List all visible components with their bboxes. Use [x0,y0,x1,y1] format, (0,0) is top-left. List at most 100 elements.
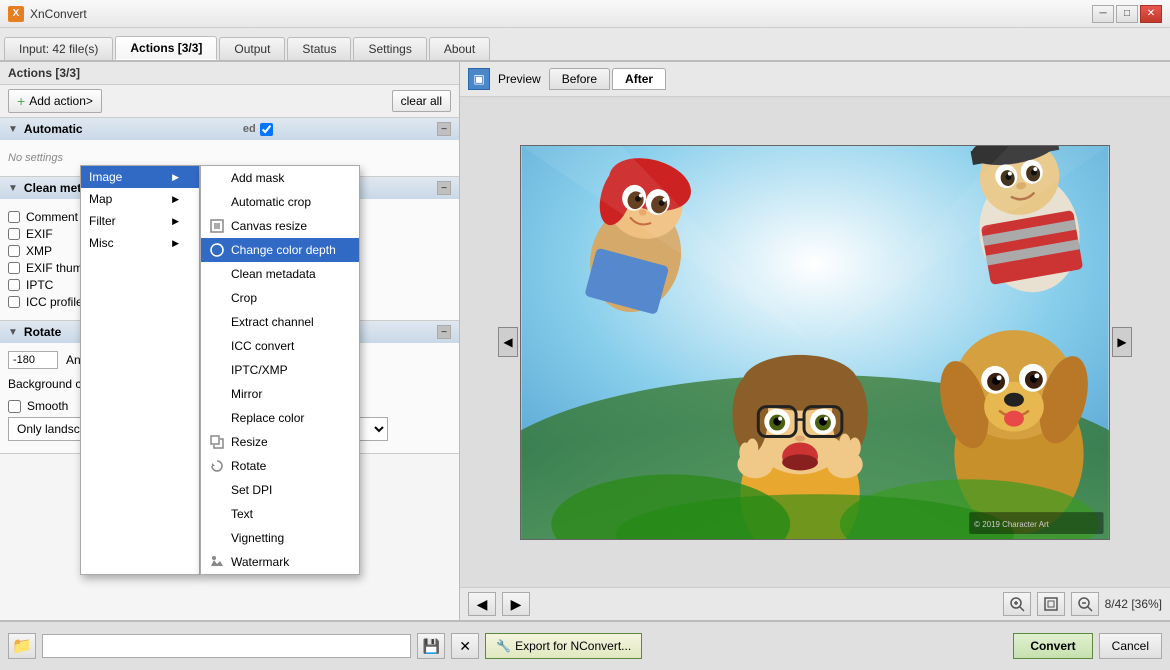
tab-status[interactable]: Status [287,37,351,60]
preview-header: ▣ Preview Before After [460,62,1170,97]
vignetting-item[interactable]: Vignetting [201,526,359,550]
icc-convert-icon [209,338,225,354]
misc-menu-item[interactable]: Misc [81,232,199,254]
zoom-fit-button[interactable] [1037,592,1065,616]
xmp-checkbox[interactable] [8,245,20,257]
add-mask-item[interactable]: Add mask [201,166,359,190]
rotate-icon [209,458,225,474]
categories-menu: Image Map Filter Misc [80,165,200,575]
canvas-resize-icon [209,218,225,234]
crop-item[interactable]: Crop [201,286,359,310]
icc-profile-checkbox[interactable] [8,296,20,308]
tab-actions[interactable]: Actions [3/3] [115,36,217,60]
panel-header: Actions [3/3] [0,62,459,85]
replace-color-item[interactable]: Replace color [201,406,359,430]
after-tab[interactable]: After [612,68,666,90]
preview-image-wrapper: © 2019 Character Art ◀ ▶ [520,145,1110,540]
xmp-label: XMP [26,244,52,258]
title-bar-left: X XnConvert [8,6,87,22]
clean-metadata-icon [209,266,225,282]
maximize-button[interactable]: □ [1116,5,1138,23]
output-path-input[interactable] [42,634,411,658]
automatic-remove-icon[interactable]: − [437,122,451,136]
comment-label: Comment [26,210,78,224]
export-label: Export for NConvert... [515,639,631,653]
text-item[interactable]: Text [201,502,359,526]
main-layout: Actions [3/3] + Add action> clear all ▼ … [0,62,1170,620]
svg-text:© 2019 Character Art: © 2019 Character Art [974,520,1049,529]
prev-button[interactable]: ◀ [468,592,496,616]
icc-convert-item[interactable]: ICC convert [201,334,359,358]
before-tab[interactable]: Before [549,68,610,90]
clean-metadata-remove-icon[interactable]: − [437,181,451,195]
automatic-enabled-checkbox[interactable] [260,123,273,136]
automatic-crop-icon [209,194,225,210]
exif-thumbnail-checkbox[interactable] [8,262,20,274]
image-submenu: Add mask Automatic crop Canvas resize [200,165,360,575]
filter-menu-item[interactable]: Filter [81,210,199,232]
zoom-in-button[interactable] [1003,592,1031,616]
preview-label: Preview [498,72,541,86]
rotate-title: Rotate [24,325,61,339]
next-image-button[interactable]: ▶ [1112,327,1132,357]
comment-checkbox[interactable] [8,211,20,223]
tab-settings[interactable]: Settings [353,37,426,60]
cancel-button[interactable]: Cancel [1099,633,1162,659]
resize-icon [209,434,225,450]
crop-icon [209,290,225,306]
image-menu-item[interactable]: Image [81,166,199,188]
mirror-icon [209,386,225,402]
title-bar-text: XnConvert [30,7,87,21]
tab-about[interactable]: About [429,37,490,60]
collapse-icon: ▼ [8,124,18,135]
zoom-out-button[interactable] [1071,592,1099,616]
zoom-in-icon [1009,596,1025,612]
exif-label: EXIF [26,227,53,241]
extract-channel-icon [209,314,225,330]
folder-button[interactable]: 📁 [8,633,36,659]
map-menu-item[interactable]: Map [81,188,199,210]
iptc-checkbox[interactable] [8,279,20,291]
save-button[interactable]: 💾 [417,633,445,659]
exif-checkbox[interactable] [8,228,20,240]
automatic-section-header[interactable]: ▼ Automatic ed − [0,118,459,140]
delete-button[interactable]: ✕ [451,633,479,659]
automatic-crop-item[interactable]: Automatic crop [201,190,359,214]
bottom-toolbar: 📁 💾 ✕ 🔧 Export for NConvert... Convert C… [0,620,1170,670]
clear-all-button[interactable]: clear all [392,90,451,112]
minimize-button[interactable]: ─ [1092,5,1114,23]
set-dpi-item[interactable]: Set DPI [201,478,359,502]
export-button[interactable]: 🔧 Export for NConvert... [485,633,642,659]
extract-channel-item[interactable]: Extract channel [201,310,359,334]
plus-icon: + [17,93,25,109]
iptc-xmp-item[interactable]: IPTC/XMP [201,358,359,382]
rotate-item[interactable]: Rotate [201,454,359,478]
convert-button[interactable]: Convert [1013,633,1092,659]
change-color-depth-item[interactable]: Change color depth [201,238,359,262]
rotate-remove-icon[interactable]: − [437,325,451,339]
smooth-checkbox[interactable] [8,400,21,413]
tab-input[interactable]: Input: 42 file(s) [4,37,113,60]
prev-image-button[interactable]: ◀ [498,327,518,357]
preview-toolbar: ◀ ▶ [460,587,1170,620]
canvas-resize-item[interactable]: Canvas resize [201,214,359,238]
add-mask-icon [209,170,225,186]
icc-profile-label: ICC profile [26,295,83,309]
watermark-item[interactable]: Watermark [201,550,359,574]
angle-input[interactable] [8,351,58,369]
zoom-out-icon [1077,596,1093,612]
add-action-button[interactable]: + Add action> [8,89,102,113]
clean-metadata-item[interactable]: Clean metadata [201,262,359,286]
title-bar-controls: ─ □ ✕ [1092,5,1162,23]
export-icon: 🔧 [496,639,511,653]
change-color-depth-icon [209,242,225,258]
replace-color-icon [209,410,225,426]
angle-mode-label: An [66,353,81,367]
iptc-label: IPTC [26,278,53,292]
close-button[interactable]: ✕ [1140,5,1162,23]
resize-item[interactable]: Resize [201,430,359,454]
tab-output[interactable]: Output [219,37,285,60]
next-button[interactable]: ▶ [502,592,530,616]
mirror-item[interactable]: Mirror [201,382,359,406]
collapse-icon: ▼ [8,183,18,194]
